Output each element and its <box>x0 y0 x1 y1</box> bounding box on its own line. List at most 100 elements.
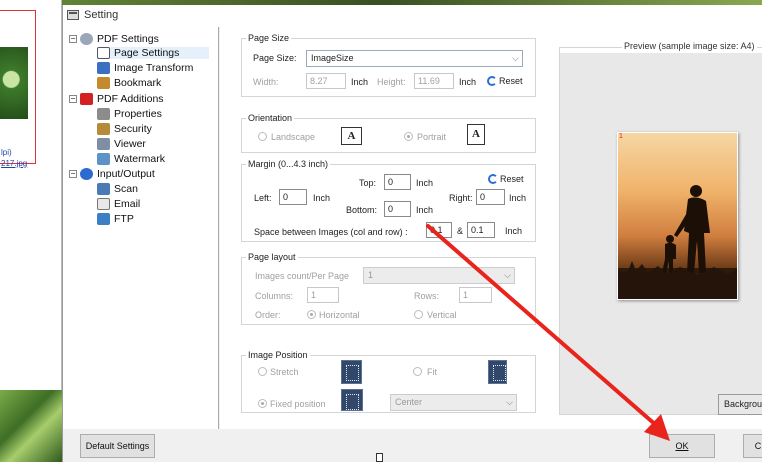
tree-item-label: Image Transform <box>114 62 194 74</box>
page-layout-group: Page layout Images count/Per Page 1 ⌵ Co… <box>241 252 536 325</box>
tree-item-ftp[interactable]: FTP <box>97 213 134 225</box>
right-margin-unit: Inch <box>509 193 527 203</box>
vertical-radio[interactable] <box>414 310 423 319</box>
bottom-margin-field[interactable]: 0 <box>384 201 411 217</box>
spacing-col-field[interactable]: 0.1 <box>426 222 452 238</box>
preview-title: Preview (sample image size: A4) <box>622 41 757 51</box>
chevron-down-icon: ⌵ <box>506 397 513 407</box>
fixed-position-radio[interactable] <box>258 399 267 408</box>
reset-icon <box>488 174 498 184</box>
tree-item-label: Bookmark <box>114 77 162 89</box>
images-count-label: Images count/Per Page <box>255 271 350 281</box>
landscape-radio[interactable] <box>258 132 267 141</box>
email-icon <box>97 198 110 210</box>
watermark-icon <box>97 153 110 165</box>
image-transform-icon <box>97 62 110 74</box>
chevron-down-icon: ⌵ <box>512 53 519 63</box>
tree-item-properties[interactable]: Properties <box>97 108 162 120</box>
viewer-icon <box>97 138 110 150</box>
group-title: Orientation <box>246 113 295 123</box>
spacing-separator: & <box>457 226 464 236</box>
properties-icon <box>97 108 110 120</box>
ok-button[interactable]: OK <box>649 434 715 458</box>
margin-reset[interactable]: Reset <box>488 174 524 184</box>
background-button[interactable]: Backgrou <box>718 394 762 415</box>
collapse-icon[interactable]: − <box>69 170 77 178</box>
tree-item-label: Page Settings <box>114 47 180 59</box>
dialog-titlebar[interactable]: Setting <box>63 5 762 27</box>
images-count-select[interactable]: 1 ⌵ <box>363 267 515 284</box>
spacing-row-field[interactable]: 0.1 <box>467 222 495 238</box>
tree-group-pdf-settings[interactable]: − PDF Settings <box>69 33 159 45</box>
stretch-label: Stretch <box>270 367 299 377</box>
images-count-value: 1 <box>368 270 374 280</box>
scanner-icon <box>97 183 110 195</box>
fit-position-icon <box>488 360 507 384</box>
page-size-reset[interactable]: Reset <box>487 76 523 86</box>
bottom-margin-unit: Inch <box>416 205 434 215</box>
top-margin-label: Top: <box>359 178 377 188</box>
top-margin-field[interactable]: 0 <box>384 174 411 190</box>
width-field[interactable]: 8.27 <box>306 73 346 89</box>
tree-item-scan[interactable]: Scan <box>97 183 138 195</box>
window-icon <box>67 10 79 20</box>
page-size-label: Page Size: <box>253 53 297 63</box>
portrait-page-icon: A <box>467 124 485 145</box>
height-unit: Inch <box>459 77 477 87</box>
settings-content: Page Size Page Size: ImageSize ⌵ Width: … <box>220 27 762 429</box>
tree-item-email[interactable]: Email <box>97 198 140 210</box>
portrait-radio[interactable] <box>404 132 413 141</box>
tree-group-pdf-additions[interactable]: − PDF Additions <box>69 93 164 105</box>
background-image-strip <box>0 390 62 462</box>
background-thumbnail-frame[interactable]: lpi) 217.jpg <box>0 10 36 168</box>
settings-dialog: Setting − PDF Settings Page Settings Ima… <box>62 5 762 462</box>
collapse-icon[interactable]: − <box>69 35 77 43</box>
reset-icon <box>487 76 497 86</box>
tree-item-security[interactable]: Security <box>97 123 152 135</box>
collapse-icon[interactable]: − <box>69 95 77 103</box>
preview-page: 1 <box>617 132 738 300</box>
bottom-margin-label: Bottom: <box>346 205 378 215</box>
fixed-position-label: Fixed position <box>270 399 326 409</box>
tree-item-label: Properties <box>114 108 162 120</box>
spacing-label: Space between Images (col and row) : <box>254 227 408 237</box>
pdf-icon <box>80 93 93 105</box>
tree-item-image-transform[interactable]: Image Transform <box>97 62 193 74</box>
cancel-button[interactable]: C <box>743 434 762 458</box>
stretch-radio[interactable] <box>258 367 267 376</box>
page-icon <box>97 47 110 59</box>
background-thumbnail-label: lpi) <box>1 148 12 157</box>
tree-item-bookmark[interactable]: Bookmark <box>97 77 161 89</box>
tree-item-viewer[interactable]: Viewer <box>97 138 146 150</box>
width-unit: Inch <box>351 77 369 87</box>
tree-item-watermark[interactable]: Watermark <box>97 153 165 165</box>
left-margin-field[interactable]: 0 <box>279 189 307 205</box>
top-margin-unit: Inch <box>416 178 434 188</box>
fit-radio[interactable] <box>413 367 422 376</box>
settings-tree: − PDF Settings Page Settings Image Trans… <box>63 27 219 429</box>
portrait-label: Portrait <box>417 132 447 142</box>
left-margin-label: Left: <box>254 193 272 203</box>
default-settings-button[interactable]: Default Settings <box>80 434 155 458</box>
height-field[interactable]: 11.69 <box>414 73 454 89</box>
tree-item-label: Viewer <box>114 138 146 150</box>
lock-icon <box>97 123 110 135</box>
preview-photo <box>618 133 737 299</box>
order-label: Order: <box>255 310 281 320</box>
columns-field[interactable]: 1 <box>307 287 339 303</box>
page-size-select[interactable]: ImageSize ⌵ <box>306 50 523 67</box>
right-margin-field[interactable]: 0 <box>476 189 505 205</box>
dialog-title: Setting <box>84 9 119 21</box>
fixed-position-select[interactable]: Center ⌵ <box>390 394 517 411</box>
tree-item-label: Watermark <box>114 153 165 165</box>
tree-group-input-output[interactable]: − Input/Output <box>69 168 155 180</box>
reset-label: Reset <box>500 174 524 184</box>
horizontal-radio[interactable] <box>307 310 316 319</box>
fixed-position-icon <box>341 389 363 411</box>
group-title: Image Position <box>246 350 310 360</box>
group-title: Page layout <box>246 252 298 262</box>
fixed-position-value: Center <box>395 397 423 407</box>
tree-item-page-settings[interactable]: Page Settings <box>97 47 209 59</box>
rows-field[interactable]: 1 <box>459 287 492 303</box>
tree-group-label: PDF Additions <box>97 93 164 105</box>
